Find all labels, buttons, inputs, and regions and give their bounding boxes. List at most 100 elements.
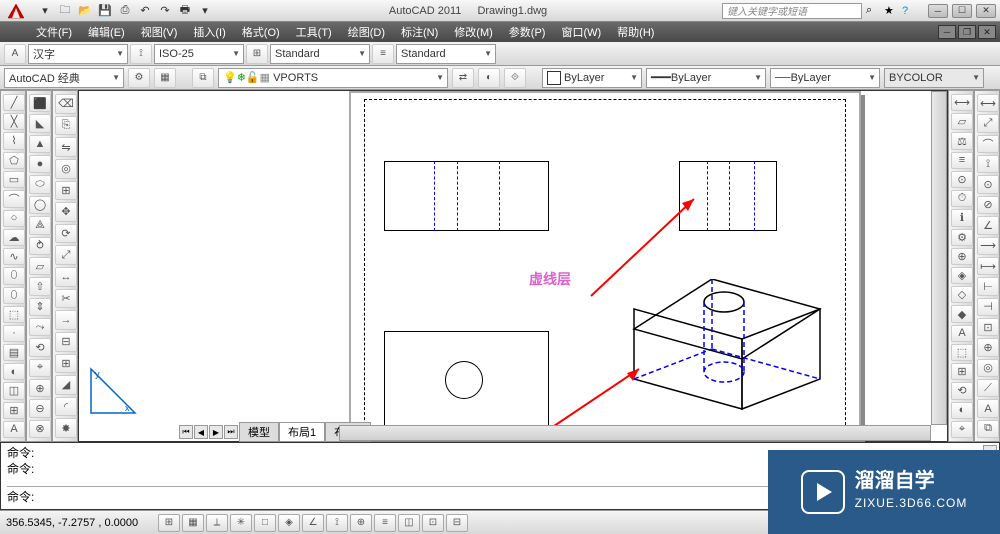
textstyle-combo[interactable]: 汉字 [28,44,128,64]
extend-tool-icon[interactable]: → [55,310,77,330]
tablestyle-combo[interactable]: Standard [270,44,370,64]
qat-open-icon[interactable]: 📂 [76,2,94,20]
search-input[interactable]: 键入关键字或短语 [722,3,862,19]
ws-settings-icon[interactable]: ▦ [154,68,176,88]
sphere-tool-icon[interactable]: ● [29,155,51,173]
mdi-restore-button[interactable]: ❐ [958,25,976,39]
qp-toggle-icon[interactable]: ⊡ [422,514,444,532]
polygon-tool-icon[interactable]: ⬠ [3,152,25,169]
qat-print-icon[interactable]: 🖶 [176,2,194,20]
t2-icon[interactable]: ◇ [951,286,973,303]
workspace-combo[interactable]: AutoCAD 经典 [4,68,124,88]
dimdia-icon[interactable]: ⊘ [977,196,999,214]
arc-tool-icon[interactable]: ⌒ [3,190,25,208]
extrude-tool-icon[interactable]: ⇧ [29,277,51,295]
hscrollbar[interactable] [339,425,931,441]
mass-tool-icon[interactable]: ⚖ [951,132,973,149]
linetype-combo[interactable]: ━━━ ByLayer [646,68,766,88]
ellipsearc-tool-icon[interactable]: ⬯ [3,287,25,304]
line-tool-icon[interactable]: ╱ [3,94,25,111]
color-combo[interactable]: ByLayer [542,68,642,88]
point-tool-icon[interactable]: · [3,325,25,342]
tab-nav-next-icon[interactable]: ▶ [209,425,223,439]
grid-toggle-icon[interactable]: ▦ [182,514,204,532]
cylinder-tool-icon[interactable]: ⬭ [29,175,51,193]
diminsp-icon[interactable]: ◎ [977,359,999,377]
scale-tool-icon[interactable]: ⤢ [55,245,77,265]
dimang-icon[interactable]: ∠ [977,216,999,234]
dimcen-icon[interactable]: ⊕ [977,338,999,356]
helix-tool-icon[interactable]: ⥁ [29,237,51,255]
pline-tool-icon[interactable]: ⌇ [3,132,25,149]
break-tool-icon[interactable]: ⊟ [55,332,77,352]
erase-tool-icon[interactable]: ⌫ [55,94,77,114]
time-tool-icon[interactable]: ⏱ [951,190,973,207]
setvar-tool-icon[interactable]: ⚙ [951,229,973,246]
layer-combo[interactable]: 💡❄🔓▦ VPORTS [218,68,448,88]
revolve-tool-icon[interactable]: ⟲ [29,338,51,356]
torus-tool-icon[interactable]: ◯ [29,196,51,214]
mtext-tool-icon[interactable]: A [3,421,25,438]
textstyle-icon[interactable]: A [4,44,26,64]
box-tool-icon[interactable]: ⬛ [29,94,51,112]
3dosnap-toggle-icon[interactable]: ◈ [278,514,300,532]
layer-prop-icon[interactable]: ⧉ [192,68,214,88]
fillet-tool-icon[interactable]: ◜ [55,397,77,417]
cone-tool-icon[interactable]: ▲ [29,135,51,153]
menu-tools[interactable]: 工具(T) [288,22,340,42]
maximize-button[interactable]: ☐ [952,4,972,18]
presspull-tool-icon[interactable]: ⇕ [29,298,51,316]
array-tool-icon[interactable]: ⊞ [55,181,77,201]
dimspace-icon[interactable]: ⊢ [977,277,999,295]
osnap-toggle-icon[interactable]: □ [254,514,276,532]
menu-draw[interactable]: 绘图(D) [340,22,393,42]
app-icon[interactable] [4,2,32,20]
t6-icon[interactable]: ⊞ [951,363,973,380]
tablestyle-icon[interactable]: ⊞ [246,44,268,64]
menu-edit[interactable]: 编辑(E) [80,22,133,42]
mdi-close-button[interactable]: ✕ [978,25,996,39]
dimalign-icon[interactable]: ⤢ [977,114,999,132]
block-tool-icon[interactable]: ⬚ [3,306,25,323]
offset-tool-icon[interactable]: ◎ [55,159,77,179]
trim-tool-icon[interactable]: ✂ [55,289,77,309]
menu-view[interactable]: 视图(V) [133,22,186,42]
id-tool-icon[interactable]: ⊙ [951,171,973,188]
t9-icon[interactable]: ⌖ [951,421,973,438]
layer-states-icon[interactable]: ⇄ [452,68,474,88]
area-tool-icon[interactable]: ▱ [951,113,973,130]
menu-dim[interactable]: 标注(N) [393,22,446,42]
vscrollbar[interactable] [931,91,947,425]
tab-nav-prev-icon[interactable]: ◀ [194,425,208,439]
list-tool-icon[interactable]: ≡ [951,152,973,169]
menu-modify[interactable]: 修改(M) [446,22,501,42]
layer-walk-icon[interactable]: ⟐ [504,68,526,88]
subtract-tool-icon[interactable]: ⊖ [29,399,51,417]
stretch-tool-icon[interactable]: ↔ [55,267,77,287]
revcloud-tool-icon[interactable]: ☁ [3,229,25,246]
pyramid-tool-icon[interactable]: ⟁ [29,216,51,234]
union-tool-icon[interactable]: ⊕ [29,379,51,397]
ellipse-tool-icon[interactable]: ⬯ [3,267,25,284]
dimarc-icon[interactable]: ⌒ [977,135,999,153]
infocenter-icon[interactable]: ★ [884,4,902,17]
region-tool-icon[interactable]: ◫ [3,382,25,399]
sc-toggle-icon[interactable]: ⊟ [446,514,468,532]
qat-redo-icon[interactable]: ↷ [156,2,174,20]
tab-nav-last-icon[interactable]: ⏭ [224,425,238,439]
dimjog-icon[interactable]: ⟋ [977,379,999,397]
copy-tool-icon[interactable]: ⎘ [55,116,77,136]
gradient-tool-icon[interactable]: ◐ [3,363,25,380]
mlstyle-icon[interactable]: ≡ [372,44,394,64]
menu-help[interactable]: 帮助(H) [609,22,662,42]
tpy-toggle-icon[interactable]: ◫ [398,514,420,532]
lwt-toggle-icon[interactable]: ≡ [374,514,396,532]
menu-insert[interactable]: 插入(I) [185,22,233,42]
t1-icon[interactable]: ◈ [951,267,973,284]
tab-layout1[interactable]: 布局1 [279,422,325,442]
search-button-icon[interactable]: ⌕ [866,4,884,17]
mlstyle-combo[interactable]: Standard [396,44,496,64]
xline-tool-icon[interactable]: ╳ [3,113,25,130]
sweep-tool-icon[interactable]: ⤳ [29,318,51,336]
snap-toggle-icon[interactable]: ⊞ [158,514,180,532]
